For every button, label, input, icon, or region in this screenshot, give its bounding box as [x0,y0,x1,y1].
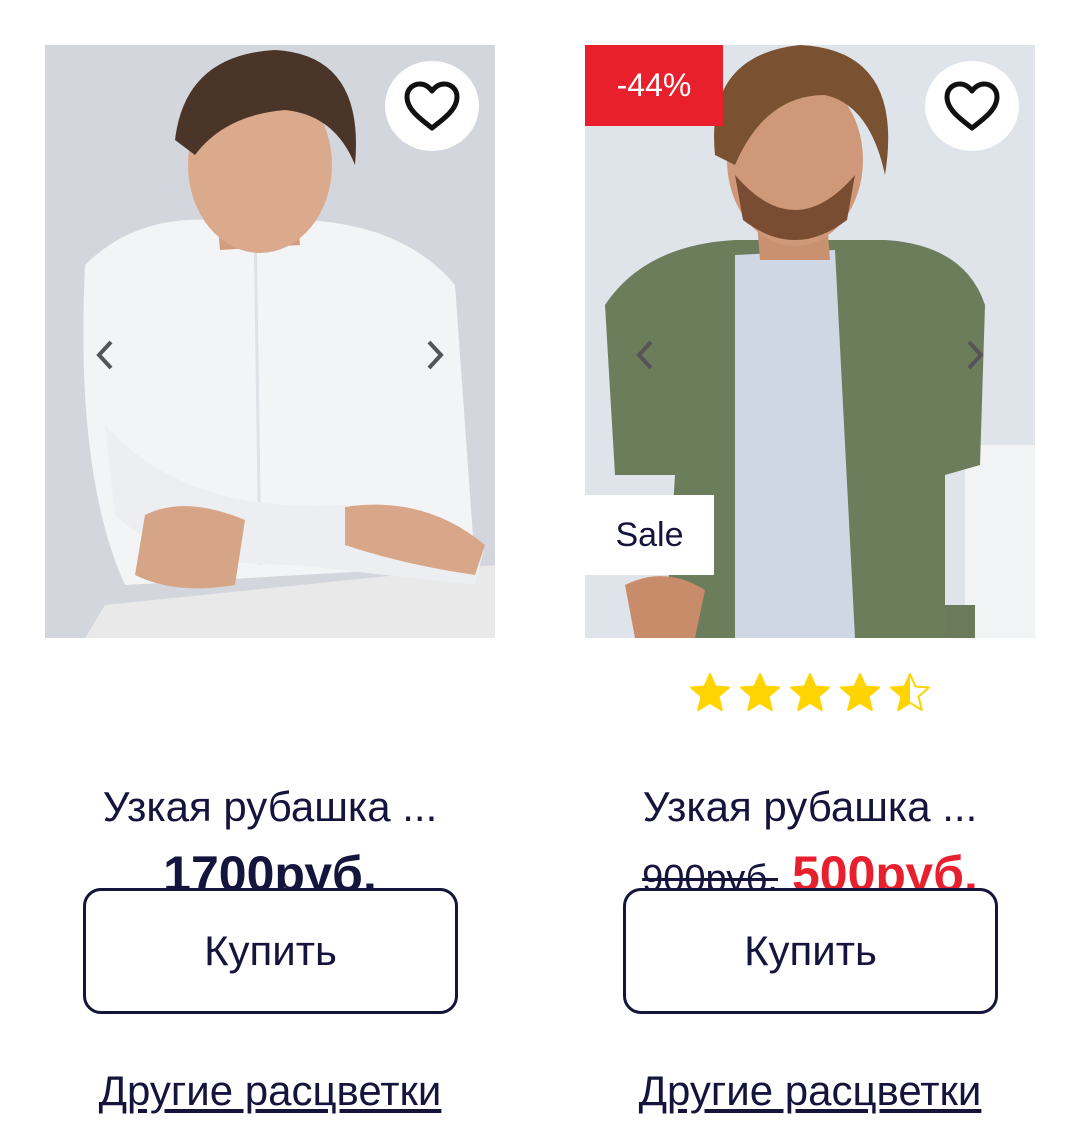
chevron-right-icon [967,340,984,370]
rating-stars [585,671,1035,719]
chevron-left-icon [96,340,113,370]
previous-image-button[interactable] [85,331,125,379]
other-colors-link[interactable]: Другие расцветки [45,1067,495,1115]
next-image-button[interactable] [415,331,455,379]
next-image-button[interactable] [955,331,995,379]
sale-badge: Sale [585,495,714,575]
heart-outline-icon [404,81,460,131]
product-name[interactable]: Узкая рубашка ... [45,783,495,831]
other-colors-link[interactable]: Другие расцветки [585,1067,1035,1115]
chevron-left-icon [636,340,653,370]
product-image[interactable]: -44% Sale [585,45,1035,638]
buy-button[interactable]: Купить [623,888,998,1014]
product-card: Узкая рубашка ... 1700руб. Купить Другие… [45,45,495,1148]
product-name[interactable]: Узкая рубашка ... [585,783,1035,831]
product-image[interactable] [45,45,495,638]
star-full-icon [790,673,830,711]
previous-image-button[interactable] [625,331,665,379]
star-half-icon [890,673,930,711]
add-to-favorites-button[interactable] [925,61,1019,151]
star-full-icon [690,673,730,711]
add-to-favorites-button[interactable] [385,61,479,151]
buy-button[interactable]: Купить [83,888,458,1014]
product-grid: Узкая рубашка ... 1700руб. Купить Другие… [0,0,1080,1148]
heart-outline-icon [944,81,1000,131]
product-card: -44% Sale Узкая рубашка ... 900руб. 500р… [585,45,1035,1148]
star-full-icon [840,673,880,711]
star-full-icon [740,673,780,711]
chevron-right-icon [427,340,444,370]
discount-badge: -44% [585,45,723,126]
